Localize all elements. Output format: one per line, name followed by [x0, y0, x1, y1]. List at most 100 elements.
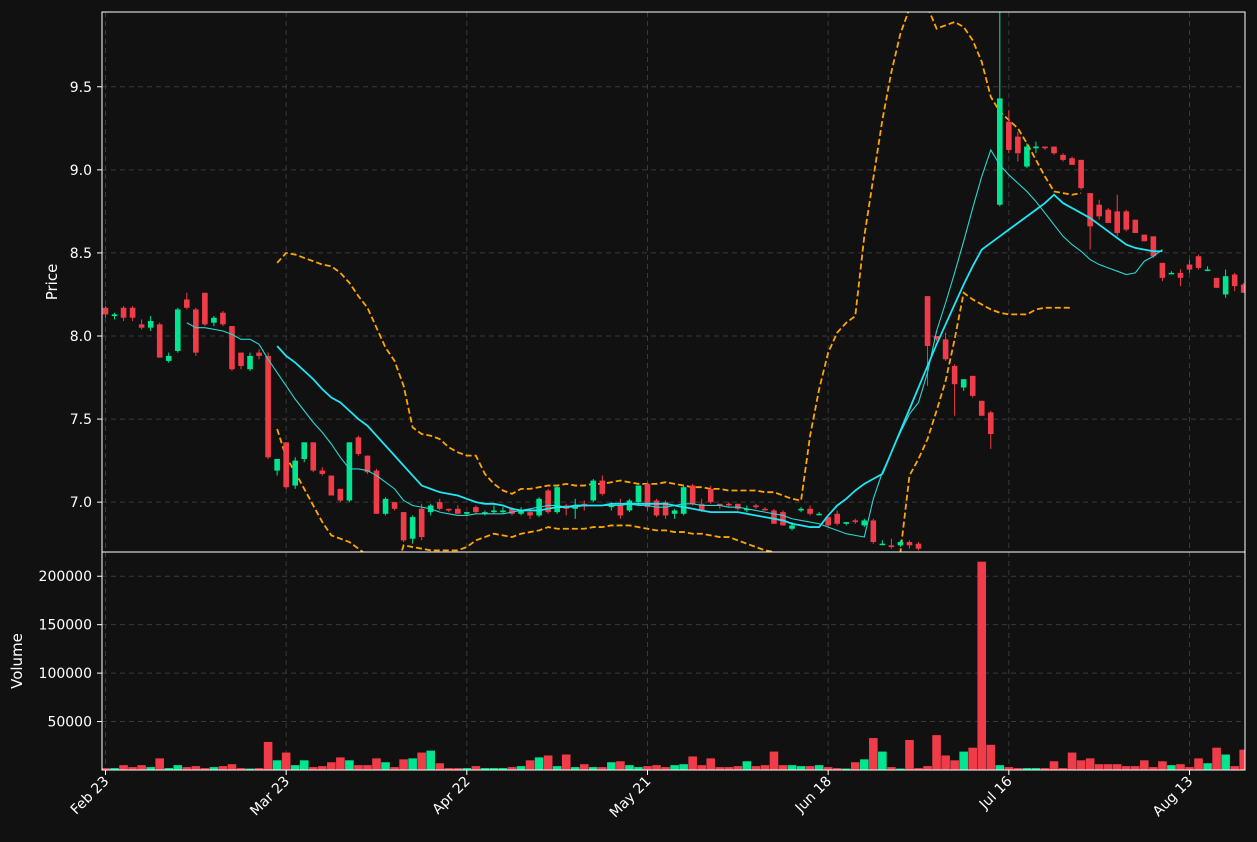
volume-bar-up — [272, 760, 282, 770]
volume-bar-down — [805, 766, 815, 770]
candle-body — [680, 487, 687, 514]
volume-bar-up — [814, 765, 824, 770]
volume-tick-label: 50000 — [47, 715, 92, 731]
candle-body — [771, 510, 777, 524]
candle-body — [283, 442, 289, 488]
candle-body — [762, 508, 768, 511]
candle-body — [599, 480, 606, 494]
candle-body — [310, 442, 317, 471]
candle-down — [265, 352, 271, 459]
volume-bar-down — [950, 760, 959, 770]
volume-bar-up — [290, 765, 300, 770]
candle-body — [1051, 146, 1057, 154]
volume-bar-down — [1094, 764, 1104, 770]
volume-bar-down — [968, 747, 977, 770]
volume-bar-up — [995, 765, 1005, 770]
volume-bar-up — [679, 764, 688, 770]
candle-body — [942, 339, 949, 360]
candle-down — [1123, 209, 1130, 232]
candle-body — [165, 355, 172, 361]
candle-body — [473, 507, 479, 513]
candle-down — [156, 322, 163, 358]
candle-body — [834, 513, 841, 524]
candle-body — [897, 542, 904, 546]
volume-bar-down — [155, 758, 164, 770]
candle-body — [1123, 211, 1130, 230]
candle-body — [906, 542, 913, 546]
volume-bar-down — [760, 765, 770, 770]
candle-down — [202, 292, 208, 327]
price-axis-label: Price — [43, 264, 61, 301]
candle-body — [1078, 159, 1084, 189]
candle-down — [418, 503, 425, 541]
candle-body — [1195, 256, 1202, 268]
candle-body — [852, 520, 859, 523]
candle-body — [1222, 276, 1229, 295]
candle-down — [870, 518, 877, 544]
candle-down — [978, 400, 985, 416]
candle-down — [193, 307, 199, 356]
candle-down — [1213, 277, 1220, 288]
candle-up — [626, 498, 633, 513]
volume-bar-up — [959, 751, 968, 770]
volume-bar-down — [652, 765, 661, 770]
candle-up — [292, 457, 299, 489]
volume-bar-up — [1203, 763, 1212, 770]
candle-body — [1168, 272, 1175, 275]
volume-bar-up — [173, 765, 183, 770]
candle-body — [987, 412, 994, 435]
candle-body — [301, 442, 308, 459]
candle-down — [337, 488, 344, 503]
chart-background — [0, 0, 1257, 842]
candle-body — [843, 522, 850, 524]
candle-body — [1042, 146, 1048, 149]
candle-body — [671, 510, 678, 514]
volume-bar-down — [191, 766, 201, 770]
volume-bar-down — [336, 757, 345, 770]
candle-body — [382, 498, 389, 514]
volume-bar-down — [417, 752, 426, 770]
candle-body — [129, 307, 136, 318]
candle-body — [211, 317, 217, 323]
volume-bar-down — [327, 762, 336, 770]
volume-bar-down — [435, 763, 445, 770]
candle-body — [590, 480, 597, 501]
candle-body — [1105, 209, 1112, 224]
candle-body — [960, 379, 967, 388]
volume-bar-down — [579, 764, 589, 770]
volume-bar-down — [218, 766, 228, 770]
volume-bar-up — [796, 766, 806, 770]
candle-up — [680, 485, 687, 516]
candle-body — [436, 502, 443, 509]
candle-body — [753, 505, 759, 508]
volume-bar-down — [941, 755, 950, 770]
candle-body — [1069, 158, 1075, 165]
volume-bar-down — [318, 766, 327, 770]
candle-body — [969, 375, 976, 396]
candle-body — [1060, 154, 1066, 160]
candle-body — [156, 324, 163, 358]
volume-bar-down — [354, 765, 363, 770]
candle-body — [1087, 193, 1093, 227]
candle-body — [870, 520, 877, 543]
candle-down — [689, 483, 696, 506]
volume-bar-up — [878, 751, 887, 770]
candle-down — [1132, 219, 1139, 233]
candle-body — [879, 543, 886, 546]
volume-bar-down — [923, 766, 932, 770]
volume-bar-down — [1230, 766, 1239, 770]
volume-bar-down — [137, 765, 146, 770]
candle-body — [789, 525, 795, 529]
candle-body — [1177, 272, 1184, 278]
volume-bar-down — [778, 765, 788, 770]
volume-axis-label: Volume — [8, 633, 26, 689]
volume-bar-down — [905, 739, 914, 770]
candle-body — [193, 309, 199, 353]
candle-body — [328, 475, 335, 496]
candle-body — [491, 510, 497, 513]
candle-body — [780, 512, 786, 526]
volume-bar-down — [1112, 764, 1122, 770]
volume-bar-down — [1049, 761, 1059, 770]
candle-body — [265, 355, 271, 458]
candle-body — [1132, 219, 1139, 233]
